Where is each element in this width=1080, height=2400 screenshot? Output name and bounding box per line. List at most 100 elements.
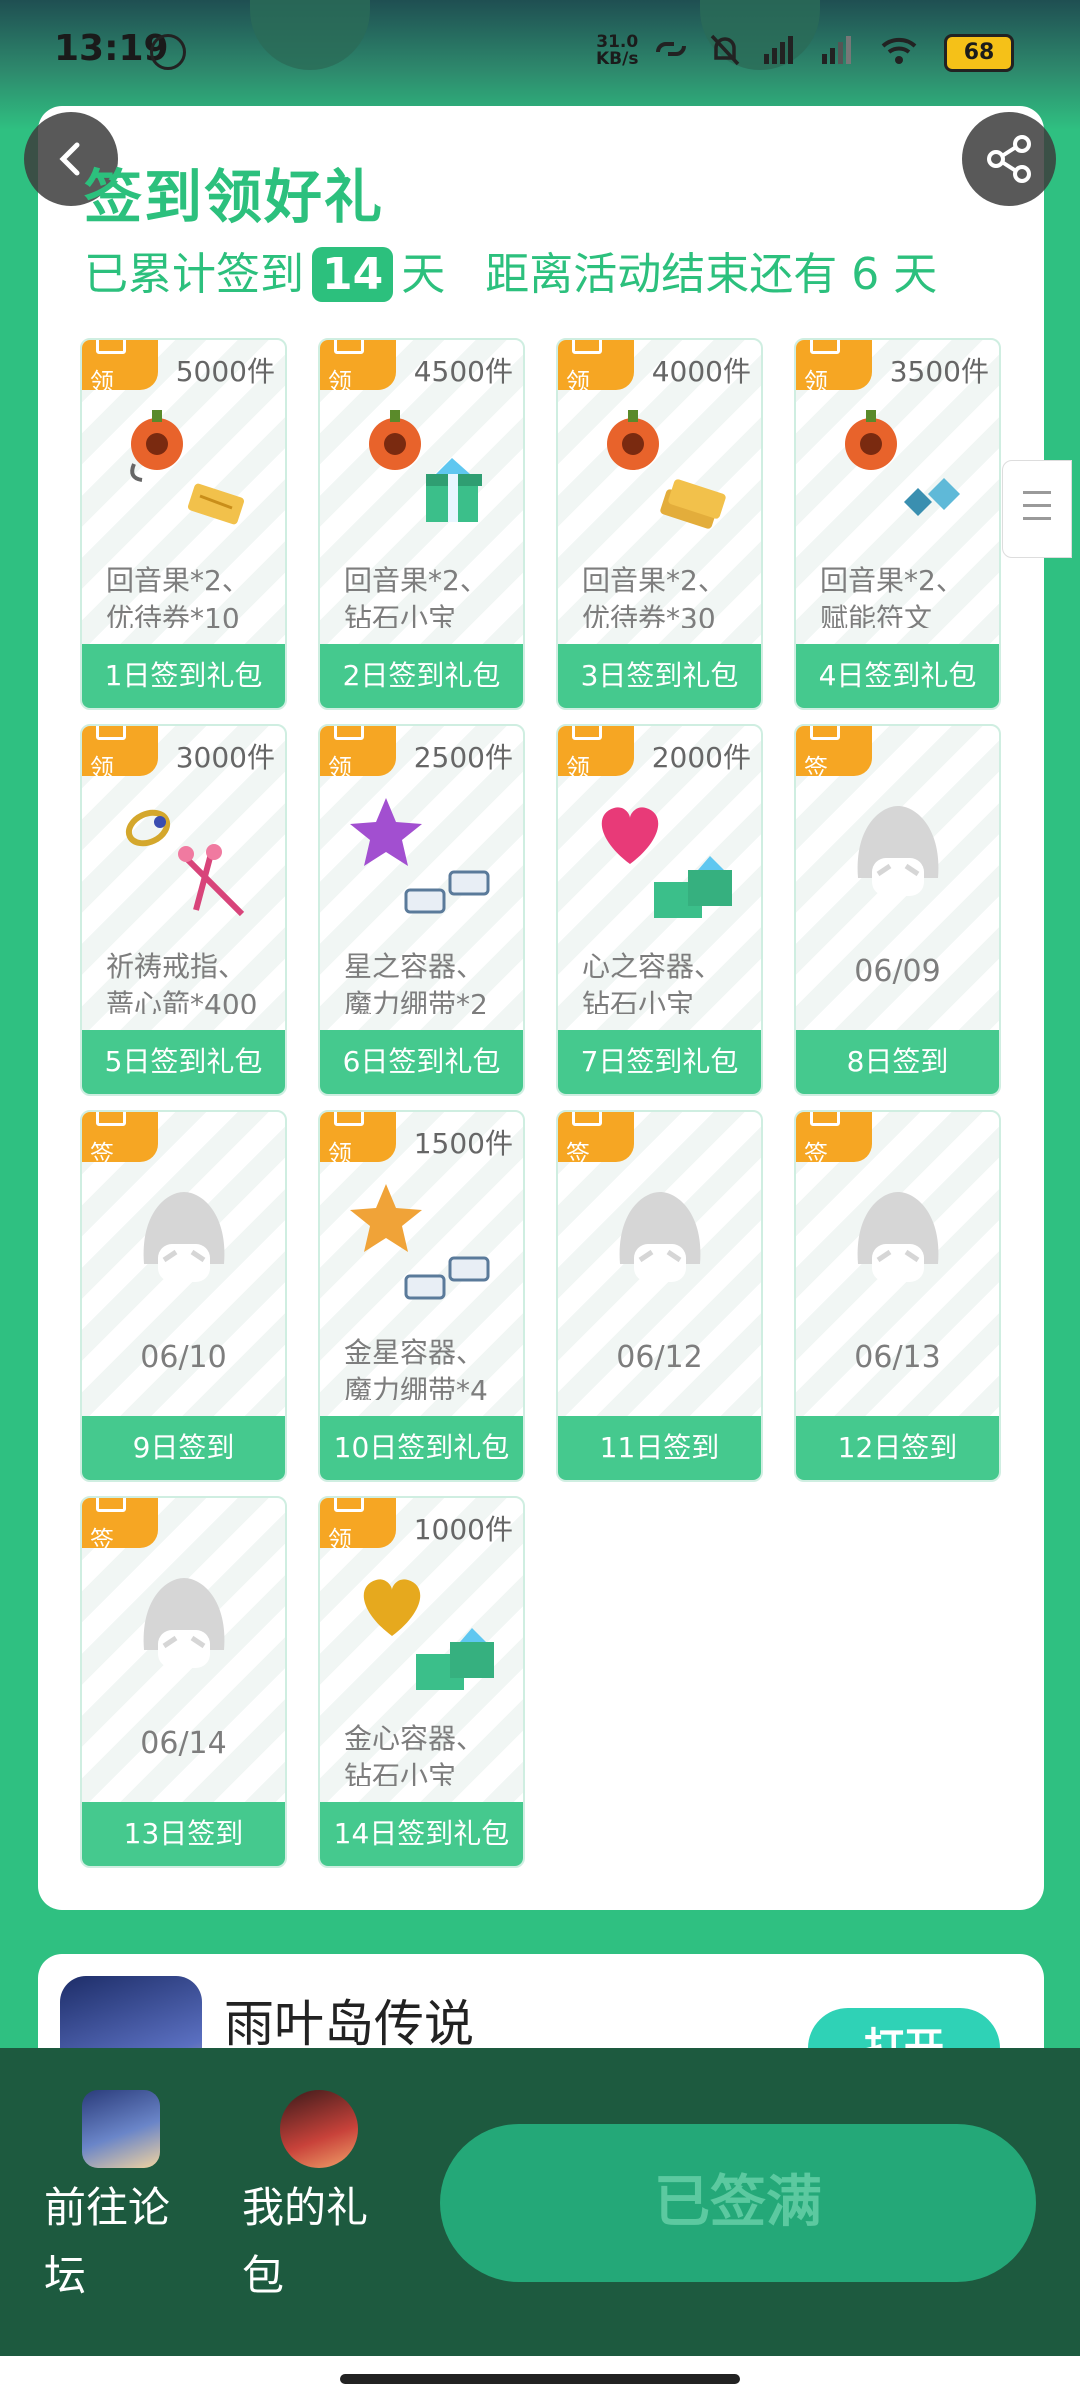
- claim-tag: 领: [320, 1112, 396, 1162]
- reward-description: 回音果*2、 优待券*30: [582, 562, 746, 628]
- battery-indicator: 68: [944, 34, 1014, 72]
- reward-description-line: 魔力绷带*4: [344, 1374, 488, 1400]
- diamond-gift-box-icon: [416, 1628, 494, 1690]
- claim-tag-label: 领: [90, 754, 114, 776]
- page-title: 签到领好礼: [84, 163, 385, 231]
- reward-tile-day-4[interactable]: 领 3500件 回音果*2、 赋能符文 4日签到礼包: [794, 338, 1001, 710]
- day-label: 8日签到: [796, 1030, 999, 1094]
- reward-items-image: [363, 1579, 494, 1690]
- reward-tile-day-5[interactable]: 领 3000件 祈祷戒指、 蔷心箭*400 5日签到礼包: [80, 724, 287, 1096]
- sign-tag-label: 签: [804, 1140, 828, 1162]
- stock-count: 5000件: [175, 355, 275, 388]
- day-label: 4日签到礼包: [796, 644, 999, 708]
- share-button[interactable]: [962, 112, 1056, 206]
- reward-tile-day-1[interactable]: 领 5000件 回音果*2、 优待券*10 1日签到礼包: [80, 338, 287, 710]
- claim-tag: 领: [82, 726, 158, 776]
- status-bar: 13:19 31.0 KB/s 68: [0, 20, 1080, 80]
- reward-tile-day-2[interactable]: 领 4500件 回音果*2、 钻石小宝 2日签到礼包: [318, 338, 525, 710]
- scroll-handle[interactable]: [1002, 460, 1072, 558]
- reward-tile-day-3[interactable]: 领 4000件 回音果*2、 优待券*30 3日签到礼包: [556, 338, 763, 710]
- gift-avatar-icon: [280, 2090, 358, 2168]
- stock-count: 1000件: [413, 1513, 513, 1546]
- magic-bandage-icon: [404, 870, 490, 914]
- reward-tile-day-6[interactable]: 领 2500件 星之容器、 魔力绷带*2 6日签到礼包: [318, 724, 525, 1096]
- day-label: 11日签到: [558, 1416, 761, 1480]
- reward-description: 星之容器、 魔力绷带*2: [344, 948, 508, 1014]
- gift-label-line: 我的礼: [242, 2183, 369, 2232]
- sign-tag-label: 签: [566, 1140, 590, 1162]
- reward-description-line: 钻石小宝: [344, 1760, 457, 1786]
- prayer-ring-icon: [125, 809, 171, 847]
- reward-items-image: [369, 410, 482, 522]
- gold-heart-container-icon: [363, 1579, 421, 1636]
- checkin-tile-day-12[interactable]: 签 06/13 12日签到: [794, 1110, 1001, 1482]
- progress-days-unit: 天: [401, 249, 446, 300]
- sign-tag: 签: [558, 1112, 634, 1162]
- reward-description: 金心容器、 钻石小宝: [344, 1720, 508, 1786]
- rune-crystal-icon: [904, 478, 960, 516]
- sign-tag: 签: [82, 1112, 158, 1162]
- heart-arrow-icon: [178, 844, 245, 917]
- reward-description: 金星容器、 魔力绷带*4: [344, 1334, 508, 1400]
- forum-link[interactable]: 前往论 坛: [44, 2090, 204, 2310]
- reward-description: 回音果*2、 赋能符文: [820, 562, 984, 628]
- checkin-date: 06/10: [140, 1340, 227, 1375]
- reward-items-image: [350, 1184, 490, 1300]
- reward-description-line: 祈祷戒指、: [106, 950, 247, 983]
- link-icon: [656, 42, 686, 56]
- game-name: 雨叶岛传说: [224, 1995, 474, 2053]
- coupon-stack-icon: [660, 479, 726, 529]
- claim-tag: 领: [320, 1498, 396, 1548]
- claim-tag-label: 领: [566, 754, 590, 776]
- claim-tag: 领: [320, 726, 396, 776]
- mascot-placeholder-icon: [143, 1578, 225, 1668]
- mascot-placeholder-icon: [857, 1192, 939, 1282]
- mascot-placeholder-icon: [857, 806, 939, 896]
- reward-items-image: [350, 798, 490, 914]
- stock-count: 2500件: [413, 741, 513, 774]
- day-label: 12日签到: [796, 1416, 999, 1480]
- signal-icon: [764, 36, 793, 64]
- diamond-gift-box-icon: [654, 856, 732, 918]
- day-label: 9日签到: [82, 1416, 285, 1480]
- stock-count: 2000件: [651, 741, 751, 774]
- claim-tag-label: 领: [328, 1140, 352, 1162]
- claim-tag: 领: [558, 726, 634, 776]
- reward-tile-day-14[interactable]: 领 1000件 金心容器、 钻石小宝 14日签到礼包: [318, 1496, 525, 1868]
- stock-count: 4000件: [651, 355, 751, 388]
- checkin-tile-day-11[interactable]: 签 06/12 11日签到: [556, 1110, 763, 1482]
- wifi-icon: [881, 37, 917, 64]
- reward-items-image: [130, 410, 245, 525]
- coupon-icon: [187, 483, 245, 525]
- signed-full-button[interactable]: 已签满: [440, 2124, 1036, 2282]
- reward-items-image: [601, 807, 732, 918]
- stock-count: 3000件: [175, 741, 275, 774]
- gold-star-container-icon: [350, 1184, 422, 1252]
- checkin-progress: 已累计签到 14 天 距离活动结束还有 6 天: [84, 238, 937, 302]
- reward-tile-day-10[interactable]: 领 1500件 金星容器、 魔力绷带*4 10日签到礼包: [318, 1110, 525, 1482]
- sign-tag: 签: [796, 726, 872, 776]
- checkin-tile-day-13[interactable]: 签 06/14 13日签到: [80, 1496, 287, 1868]
- reward-description-line: 星之容器、: [344, 950, 485, 983]
- forum-label-line: 前往论: [44, 2183, 171, 2232]
- sign-tag-label: 签: [90, 1526, 114, 1548]
- day-label: 13日签到: [82, 1802, 285, 1866]
- echo-fruit-icon: [845, 410, 897, 470]
- signed-days-count: 14: [312, 247, 394, 302]
- claim-tag-label: 领: [804, 368, 828, 390]
- my-gifts-link[interactable]: 我的礼 包: [242, 2090, 402, 2310]
- echo-fruit-icon: [607, 410, 659, 470]
- checkin-date: 06/09: [854, 954, 941, 989]
- home-indicator[interactable]: [340, 2374, 740, 2384]
- checkin-tile-day-8[interactable]: 签 06/09 8日签到: [794, 724, 1001, 1096]
- reward-items-image: [125, 809, 245, 917]
- sign-tag: 签: [796, 1112, 872, 1162]
- reward-tile-day-7[interactable]: 领 2000件 心之容器、 钻石小宝 7日签到礼包: [556, 724, 763, 1096]
- day-label: 7日签到礼包: [558, 1030, 761, 1094]
- claim-tag: 领: [796, 340, 872, 390]
- network-speed-unit: KB/s: [596, 49, 639, 69]
- checkin-date: 06/13: [854, 1340, 941, 1375]
- checkin-date: 06/14: [140, 1726, 227, 1761]
- checkin-tile-day-9[interactable]: 签 06/10 9日签到: [80, 1110, 287, 1482]
- network-speed: 31.0 KB/s: [596, 34, 638, 68]
